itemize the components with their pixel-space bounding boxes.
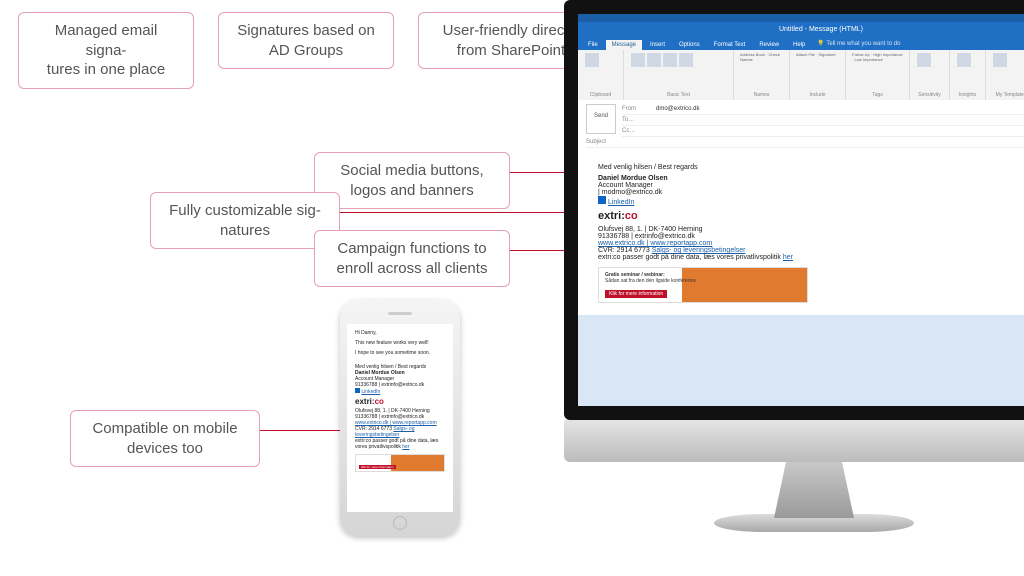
sig-closing: Med venlig hilsen / Best regards bbox=[598, 164, 1024, 171]
ribbon-templates: My Templates bbox=[986, 50, 1024, 100]
to-label[interactable]: To… bbox=[622, 117, 656, 123]
ribbon-names: Address Book · Check Names Names bbox=[734, 50, 790, 100]
callout-text: Social media buttons,logos and banners bbox=[340, 162, 483, 199]
sig-privacy-link[interactable]: her bbox=[783, 254, 793, 261]
linkedin-icon[interactable] bbox=[598, 196, 606, 204]
group-label: Names bbox=[740, 92, 783, 98]
phone-greeting: Hi Danny, bbox=[355, 330, 445, 336]
sig-phone-email: 91336788 | extrinfo@extrico.dk bbox=[598, 233, 1024, 240]
monitor-chin bbox=[564, 420, 1024, 462]
names-labels[interactable]: Address Book · Check Names bbox=[740, 52, 783, 62]
banner-sub: Sådan sat fra den den ligside konference bbox=[605, 278, 696, 284]
tab-insert[interactable]: Insert bbox=[644, 40, 671, 50]
monitor-stand bbox=[774, 462, 854, 518]
sensitivity-icon[interactable] bbox=[917, 53, 931, 67]
phone-screen: Hi Danny, This new feature works very we… bbox=[347, 324, 453, 512]
phone: Hi Danny, This new feature works very we… bbox=[340, 300, 460, 536]
ribbon-basictext: Basic Text bbox=[624, 50, 734, 100]
sig-email-line: | modmo@extrico.dk bbox=[598, 189, 1024, 196]
sig-address: Olufsvej 88, 1. | DK-7400 Herning bbox=[598, 226, 1024, 233]
ribbon-clipboard: Clipboard bbox=[578, 50, 624, 100]
sig-name: Daniel Mordue Olsen bbox=[598, 175, 1024, 182]
callout-text: Fully customizable sig-natures bbox=[169, 202, 321, 239]
campaign-banner[interactable]: Gratis seminar / webinar:Sådan sat fra d… bbox=[598, 267, 808, 303]
outlook-tabstrip: File Message Insert Options Format Text … bbox=[578, 38, 1024, 50]
include-labels[interactable]: Attach File · Signature bbox=[796, 52, 839, 57]
font-icon[interactable] bbox=[631, 53, 645, 67]
tab-options[interactable]: Options bbox=[673, 40, 706, 50]
callout-adgroups: Signatures based onAD Groups bbox=[218, 12, 394, 69]
sig-privacy-link[interactable]: her bbox=[402, 444, 409, 450]
callout-text: Managed email signa-tures in one place bbox=[47, 22, 165, 78]
callout-custom: Fully customizable sig-natures bbox=[150, 192, 340, 249]
outlook-qat bbox=[578, 14, 1024, 22]
cc-label[interactable]: Cc… bbox=[622, 128, 656, 134]
ribbon-sensitivity: Sensitivity bbox=[910, 50, 950, 100]
ribbon-include: Attach File · Signature Include bbox=[790, 50, 846, 100]
ribbon-insights: Insights bbox=[950, 50, 986, 100]
callout-campaign: Campaign functions toenroll across all c… bbox=[314, 230, 510, 287]
campaign-banner[interactable]: Klik for mere information bbox=[355, 454, 445, 472]
sig-logo: extri:co bbox=[598, 210, 1024, 222]
phone-speaker bbox=[388, 312, 412, 315]
linkedin-icon[interactable] bbox=[355, 388, 360, 393]
group-label: Include bbox=[796, 92, 839, 98]
phone-line2: I hope to see you sometime soon. bbox=[355, 350, 445, 356]
callout-text: Signatures based onAD Groups bbox=[237, 22, 375, 59]
callout-social: Social media buttons,logos and banners bbox=[314, 152, 510, 209]
ribbon-tags: Follow Up · High Importance · Low Import… bbox=[846, 50, 910, 100]
monitor-bezel: Untitled - Message (HTML) File Message I… bbox=[564, 0, 1024, 420]
group-label: Basic Text bbox=[630, 92, 727, 98]
from-value[interactable]: dmo@extrico.dk bbox=[656, 106, 699, 112]
callout-text: User-friendly directlyfrom SharePoint bbox=[443, 22, 580, 59]
callout-text: Compatible on mobiledevices too bbox=[92, 420, 237, 457]
callout-managed: Managed email signa-tures in one place bbox=[18, 12, 194, 89]
insights-icon[interactable] bbox=[957, 53, 971, 67]
group-label: Tags bbox=[852, 92, 903, 98]
sig-terms-link[interactable]: Salgs- og leveringsbetingelser bbox=[652, 247, 746, 254]
sig-logo: extri:co bbox=[355, 397, 445, 406]
tab-file[interactable]: File bbox=[582, 40, 604, 50]
sig-privacy: extri:co passer godt på dine data, læs v… bbox=[355, 438, 438, 450]
monitor: Untitled - Message (HTML) File Message I… bbox=[564, 0, 1024, 500]
banner-cta[interactable]: Klik for mere information bbox=[359, 465, 396, 469]
group-label: My Templates bbox=[992, 92, 1024, 98]
sig-cvr: CVR: 2914 6773 bbox=[598, 247, 650, 254]
phone-email-content: Hi Danny, This new feature works very we… bbox=[347, 324, 453, 478]
outlook-ribbon: Clipboard Basic Text Address Book · Chec… bbox=[578, 50, 1024, 100]
sig-web[interactable]: www.extrico.dk | www.reportapp.com bbox=[598, 240, 712, 247]
phone-home-button[interactable] bbox=[393, 516, 407, 530]
group-label: Sensitivity bbox=[916, 92, 943, 98]
outlook-titlebar: Untitled - Message (HTML) bbox=[578, 22, 1024, 38]
paste-icon[interactable] bbox=[585, 53, 599, 67]
tell-me[interactable]: 💡 Tell me what you want to do bbox=[817, 40, 900, 50]
bullets-icon[interactable] bbox=[679, 53, 693, 67]
window-title: Untitled - Message (HTML) bbox=[779, 26, 863, 33]
sig-title: Account Manager bbox=[598, 182, 1024, 189]
tab-formattext[interactable]: Format Text bbox=[708, 40, 752, 50]
group-label: Clipboard bbox=[584, 92, 617, 98]
from-label: From bbox=[622, 106, 656, 112]
phone-line1: This new feature works very well! bbox=[355, 340, 445, 346]
compose-body[interactable]: Med venlig hilsen / Best regards Daniel … bbox=[578, 152, 1024, 315]
monitor-screen: Untitled - Message (HTML) File Message I… bbox=[578, 14, 1024, 406]
linkedin-link[interactable]: LinkedIn bbox=[608, 199, 634, 206]
tab-help[interactable]: Help bbox=[787, 40, 811, 50]
subject-label: Subject bbox=[586, 139, 620, 145]
bold-icon[interactable] bbox=[647, 53, 661, 67]
sig-privacy: extri:co passer godt på dine data, læs v… bbox=[598, 254, 781, 261]
group-label: Insights bbox=[956, 92, 979, 98]
banner-cta[interactable]: Klik for mere information bbox=[605, 290, 667, 298]
compose-fields: Send Fromdmo@extrico.dk To… Cc… Subject bbox=[578, 100, 1024, 152]
callout-mobile: Compatible on mobiledevices too bbox=[70, 410, 260, 467]
linkedin-link[interactable]: LinkedIn bbox=[361, 389, 380, 395]
send-button[interactable]: Send bbox=[586, 104, 616, 134]
tab-review[interactable]: Review bbox=[753, 40, 785, 50]
italic-icon[interactable] bbox=[663, 53, 677, 67]
tags-labels[interactable]: Follow Up · High Importance · Low Import… bbox=[852, 52, 903, 62]
tab-message[interactable]: Message bbox=[606, 40, 642, 50]
templates-icon[interactable] bbox=[993, 53, 1007, 67]
callout-text: Campaign functions toenroll across all c… bbox=[337, 240, 488, 277]
